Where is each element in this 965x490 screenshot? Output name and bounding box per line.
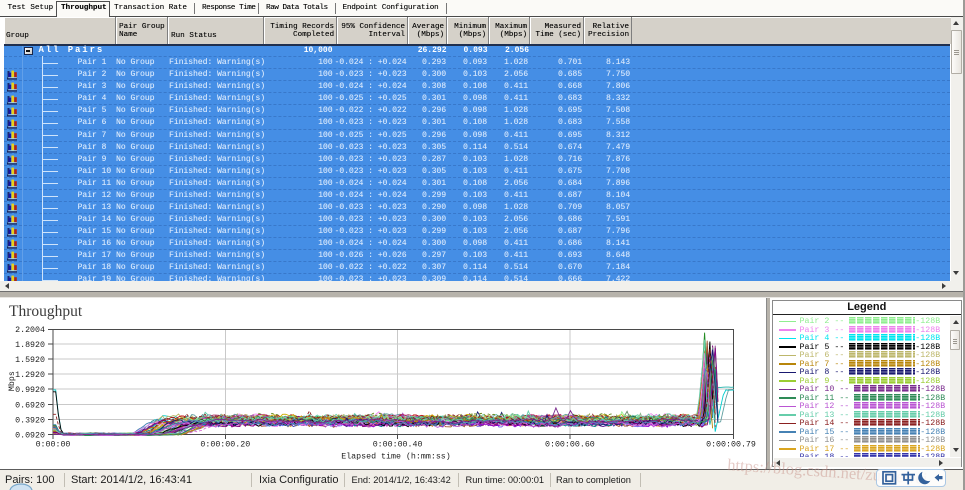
svg-text:Elapsed time (h:mm:ss): Elapsed time (h:mm:ss) [341, 451, 451, 461]
svg-text:Mbps: Mbps [7, 371, 17, 391]
svg-text:1.5920: 1.5920 [15, 356, 45, 365]
svg-text:1.8920: 1.8920 [15, 341, 45, 350]
svg-text:0.6920: 0.6920 [15, 401, 45, 410]
svg-text:0:00:00.60: 0:00:00.60 [545, 440, 595, 449]
svg-text:2.2004: 2.2004 [15, 326, 45, 335]
svg-text:0.9920: 0.9920 [15, 386, 45, 395]
svg-text:1.2920: 1.2920 [15, 371, 45, 380]
svg-text:0:00:00: 0:00:00 [36, 440, 71, 449]
svg-text:0:00:00.79: 0:00:00.79 [706, 440, 756, 449]
svg-text:0:00:00.20: 0:00:00.20 [200, 440, 250, 449]
svg-text:0.0920: 0.0920 [15, 431, 45, 440]
svg-text:0:00:00.40: 0:00:00.40 [373, 440, 423, 449]
svg-text:0.3920: 0.3920 [15, 416, 45, 425]
